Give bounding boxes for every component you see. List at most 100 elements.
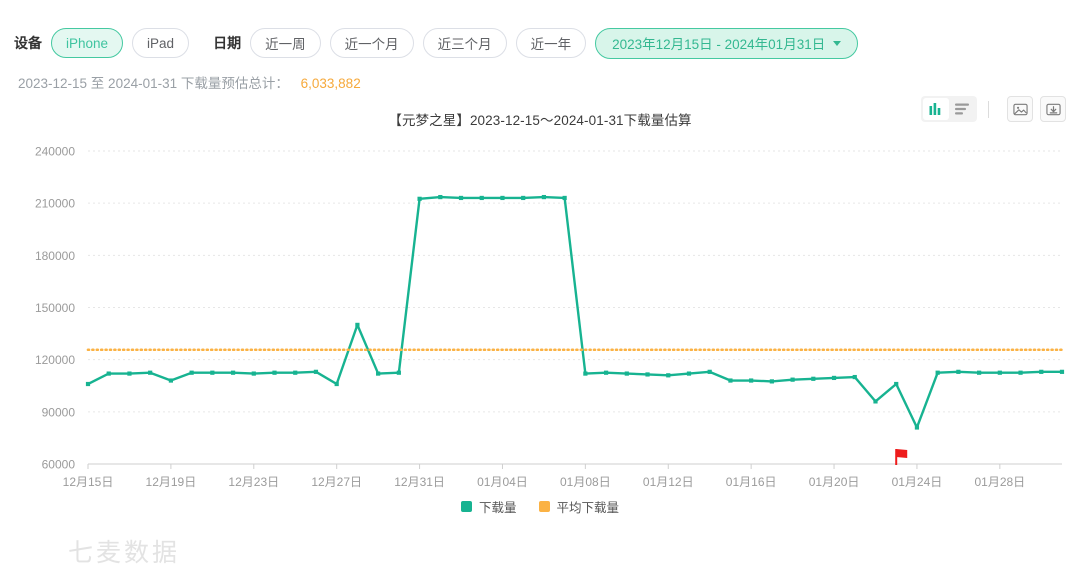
- watermark: 七麦数据: [68, 533, 180, 569]
- data-point-marker[interactable]: [708, 370, 712, 374]
- date-range-value: 2023年12月15日 - 2024年01月31日: [612, 33, 825, 53]
- data-point-marker[interactable]: [231, 371, 235, 375]
- data-point-marker[interactable]: [728, 378, 732, 382]
- y-axis-tick-label: 240000: [35, 145, 75, 159]
- data-point-marker[interactable]: [625, 371, 629, 375]
- legend-swatch-average: [539, 501, 550, 512]
- legend-item-downloads[interactable]: 下载量: [461, 497, 517, 516]
- summary-label: 2023-12-15 至 2024-01-31 下载量预估总计：: [18, 76, 289, 91]
- x-axis-tick-label: 01月24日: [892, 475, 943, 489]
- download-icon[interactable]: [1040, 96, 1066, 122]
- data-point-marker[interactable]: [1039, 370, 1043, 374]
- data-point-marker[interactable]: [107, 371, 111, 375]
- data-point-marker[interactable]: [459, 196, 463, 200]
- data-point-marker[interactable]: [438, 195, 442, 199]
- data-point-marker[interactable]: [645, 372, 649, 376]
- range-option-year[interactable]: 近一年: [516, 28, 587, 58]
- data-point-marker[interactable]: [293, 371, 297, 375]
- legend-swatch-downloads: [461, 501, 472, 512]
- data-point-marker[interactable]: [86, 382, 90, 386]
- range-option-week[interactable]: 近一周: [250, 28, 321, 58]
- bar-chart-icon[interactable]: [923, 98, 949, 120]
- download-summary: 2023-12-15 至 2024-01-31 下载量预估总计： 6,033,8…: [0, 60, 1080, 92]
- x-axis-tick-label: 12月23日: [228, 475, 279, 489]
- data-point-marker[interactable]: [314, 370, 318, 374]
- toolbar-divider: [988, 101, 989, 118]
- date-range-picker[interactable]: 2023年12月15日 - 2024年01月31日: [595, 28, 858, 59]
- data-point-marker[interactable]: [583, 371, 587, 375]
- data-point-marker[interactable]: [604, 371, 608, 375]
- data-point-marker[interactable]: [998, 371, 1002, 375]
- data-point-marker[interactable]: [563, 196, 567, 200]
- data-point-marker[interactable]: [853, 375, 857, 379]
- x-axis-tick-label: 12月15日: [63, 475, 114, 489]
- y-axis-tick-label: 90000: [42, 405, 76, 419]
- data-point-marker[interactable]: [190, 371, 194, 375]
- device-filter-label: 设备: [14, 33, 42, 53]
- data-point-marker[interactable]: [169, 378, 173, 382]
- image-icon[interactable]: [1007, 96, 1033, 122]
- x-axis-tick-label: 01月28日: [974, 475, 1025, 489]
- data-point-marker[interactable]: [977, 371, 981, 375]
- series-line-downloads: [88, 197, 1062, 427]
- data-point-marker[interactable]: [894, 382, 898, 386]
- data-point-marker[interactable]: [417, 197, 421, 201]
- download-chart-card: 【元梦之星】2023-12-15～2024-01-31下载量估算: [0, 100, 1080, 530]
- legend-label-average: 平均下载量: [557, 497, 620, 516]
- range-option-month[interactable]: 近一个月: [330, 28, 414, 58]
- x-axis-tick-label: 12月19日: [146, 475, 197, 489]
- data-point-marker[interactable]: [252, 371, 256, 375]
- y-axis-tick-label: 210000: [35, 197, 75, 211]
- data-point-marker[interactable]: [335, 382, 339, 386]
- summary-total-value: 6,033,882: [301, 76, 361, 91]
- data-point-marker[interactable]: [749, 378, 753, 382]
- y-axis-tick-label: 60000: [42, 458, 76, 472]
- data-point-marker[interactable]: [770, 379, 774, 383]
- filter-toolbar: 设备 iPhone iPad 日期 近一周 近一个月 近三个月 近一年 2023…: [0, 0, 1080, 60]
- y-axis-tick-label: 150000: [35, 301, 75, 315]
- data-point-marker[interactable]: [376, 371, 380, 375]
- data-point-marker[interactable]: [148, 371, 152, 375]
- y-axis-tick-label: 180000: [35, 249, 75, 263]
- data-point-marker[interactable]: [956, 370, 960, 374]
- data-point-marker[interactable]: [1018, 371, 1022, 375]
- data-point-marker[interactable]: [521, 196, 525, 200]
- chart-view-toggle: [921, 96, 977, 122]
- chevron-down-icon: [833, 41, 841, 46]
- data-point-marker[interactable]: [687, 371, 691, 375]
- download-line-chart[interactable]: 6000090000120000150000180000210000240000…: [0, 129, 1080, 519]
- x-axis-tick-label: 12月27日: [311, 475, 362, 489]
- x-axis-tick-label: 01月04日: [477, 475, 528, 489]
- data-point-marker[interactable]: [666, 373, 670, 377]
- data-point-marker[interactable]: [480, 196, 484, 200]
- data-point-marker[interactable]: [272, 371, 276, 375]
- data-point-marker[interactable]: [397, 371, 401, 375]
- data-point-marker[interactable]: [811, 377, 815, 381]
- device-option-ipad[interactable]: iPad: [132, 28, 189, 58]
- chart-title: 【元梦之星】2023-12-15～2024-01-31下载量估算: [0, 100, 1080, 129]
- plot-area: 6000090000120000150000180000210000240000…: [0, 129, 1080, 519]
- x-axis-tick-label: 12月31日: [394, 475, 445, 489]
- legend-item-average[interactable]: 平均下载量: [539, 497, 620, 516]
- chart-legend: 下载量 平均下载量: [0, 497, 1080, 516]
- x-axis-tick-label: 01月16日: [726, 475, 777, 489]
- flag-marker[interactable]: [896, 449, 907, 465]
- data-point-marker[interactable]: [1060, 370, 1064, 374]
- data-point-marker[interactable]: [873, 399, 877, 403]
- x-axis-tick-label: 01月08日: [560, 475, 611, 489]
- list-view-icon[interactable]: [949, 98, 975, 120]
- data-point-marker[interactable]: [790, 378, 794, 382]
- data-point-marker[interactable]: [210, 371, 214, 375]
- range-option-three-months[interactable]: 近三个月: [423, 28, 507, 58]
- data-point-marker[interactable]: [936, 371, 940, 375]
- chart-toolbar: [921, 96, 1066, 122]
- data-point-marker[interactable]: [832, 376, 836, 380]
- legend-label-downloads: 下载量: [479, 497, 517, 516]
- data-point-marker[interactable]: [915, 425, 919, 429]
- data-point-marker[interactable]: [355, 323, 359, 327]
- data-point-marker[interactable]: [500, 196, 504, 200]
- device-option-iphone[interactable]: iPhone: [51, 28, 123, 58]
- data-point-marker[interactable]: [127, 371, 131, 375]
- date-filter-label: 日期: [213, 33, 241, 53]
- data-point-marker[interactable]: [542, 195, 546, 199]
